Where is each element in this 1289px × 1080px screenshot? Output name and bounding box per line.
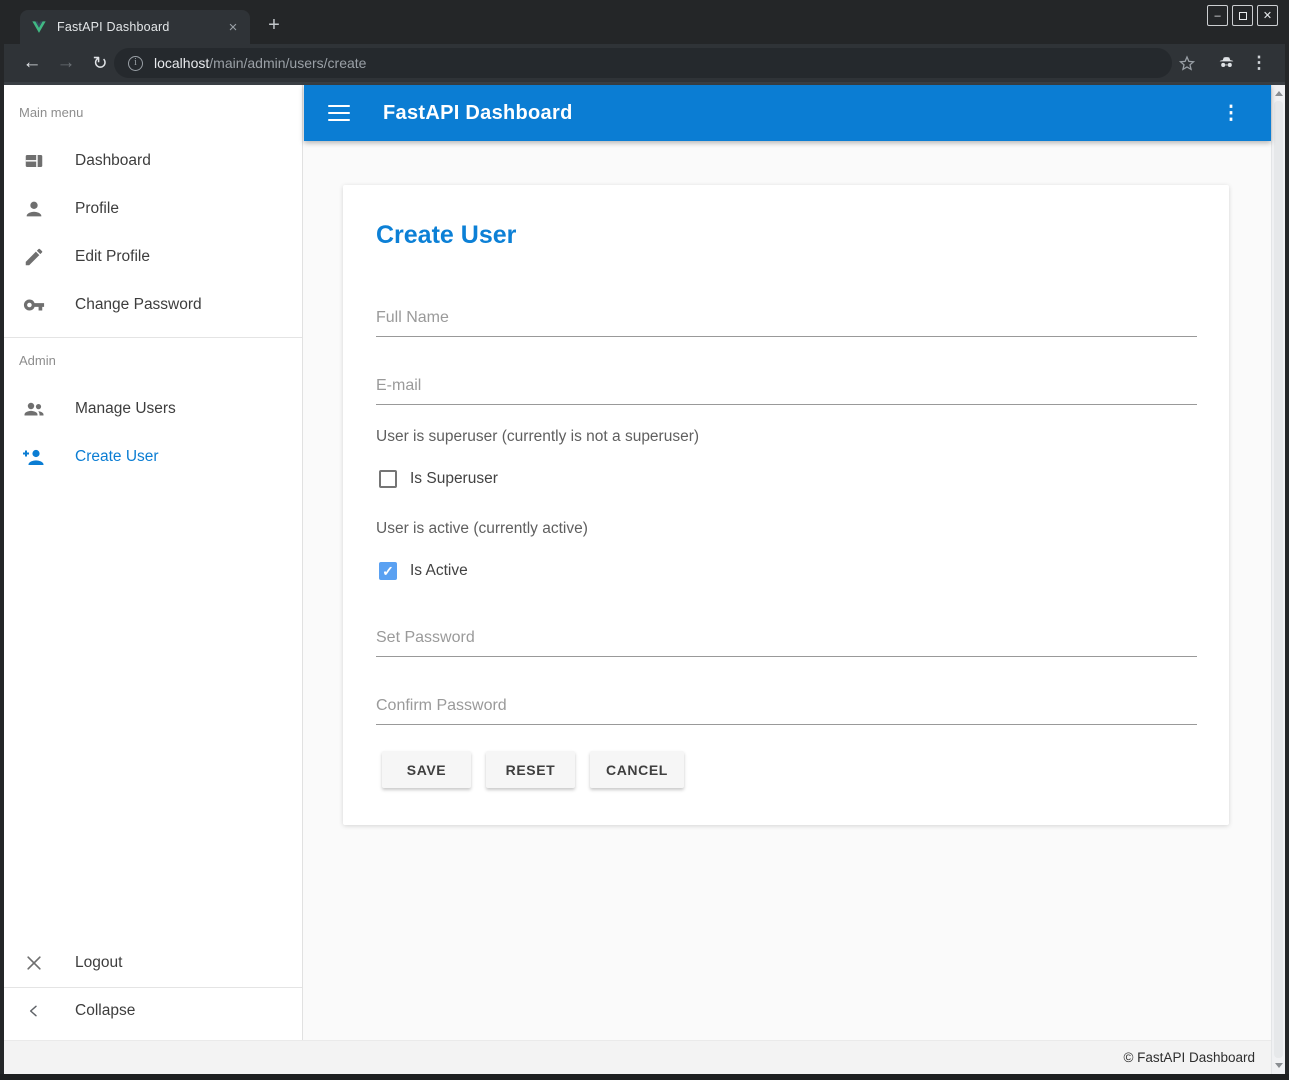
form-actions: SAVE RESET CANCEL: [382, 751, 684, 788]
page-viewport: Main menu Dashboard Profile Edit Profile: [4, 85, 1285, 1074]
sidebar-item-label: Collapse: [75, 1002, 135, 1020]
hamburger-menu-icon[interactable]: [328, 105, 350, 121]
window-frame-bottom: [0, 1074, 1289, 1080]
save-button[interactable]: SAVE: [382, 751, 471, 788]
cancel-button[interactable]: CANCEL: [590, 751, 684, 788]
close-x-icon: [22, 951, 46, 975]
email-input[interactable]: [376, 377, 1197, 405]
window-controls: – ✕: [1207, 5, 1278, 26]
sidebar-item-label: Create User: [75, 448, 159, 466]
new-tab-button[interactable]: +: [262, 13, 286, 37]
sidebar-section-admin: Admin: [19, 353, 56, 368]
close-window-button[interactable]: ✕: [1257, 5, 1278, 26]
tab-close-icon[interactable]: ×: [224, 19, 242, 36]
active-hint: User is active (currently active): [376, 520, 588, 538]
is-superuser-row[interactable]: Is Superuser: [379, 470, 498, 488]
sidebar-item-manage-users[interactable]: Manage Users: [4, 385, 302, 433]
scrollbar-thumb[interactable]: [1274, 101, 1283, 1058]
maximize-button[interactable]: [1232, 5, 1253, 26]
appbar-menu-icon[interactable]: ⋮: [1219, 102, 1243, 125]
browser-titlebar: FastAPI Dashboard × + – ✕: [0, 0, 1289, 44]
reload-icon[interactable]: ↻: [88, 51, 112, 75]
sidebar-item-label: Dashboard: [75, 152, 151, 170]
sidebar-item-label: Profile: [75, 200, 119, 218]
reset-button[interactable]: RESET: [486, 751, 575, 788]
bookmark-star-icon[interactable]: [1175, 51, 1199, 75]
person-icon: [22, 197, 46, 221]
maximize-icon: [1239, 12, 1247, 20]
sidebar-item-label: Logout: [75, 954, 122, 972]
email-field: [376, 377, 1197, 405]
tab-title: FastAPI Dashboard: [57, 20, 224, 34]
scrollbar-down-arrow[interactable]: [1275, 1063, 1283, 1068]
browser-menu-icon[interactable]: ⋮: [1247, 51, 1271, 75]
sidebar-item-collapse[interactable]: Collapse: [4, 987, 302, 1035]
is-active-row[interactable]: ✓ Is Active: [379, 562, 468, 580]
sidebar-item-dashboard[interactable]: Dashboard: [4, 137, 302, 185]
app-bar: FastAPI Dashboard ⋮: [304, 85, 1271, 141]
full-name-input[interactable]: [376, 309, 1197, 337]
checkbox-label[interactable]: Is Active: [410, 562, 468, 580]
forward-icon: →: [54, 51, 78, 75]
sidebar-divider: [4, 337, 302, 338]
sidebar-item-label: Edit Profile: [75, 248, 150, 266]
back-icon[interactable]: ←: [20, 51, 44, 75]
main-content: FastAPI Dashboard ⋮ Create User User is …: [304, 85, 1271, 1040]
people-icon: [22, 397, 46, 421]
sidebar-item-change-password[interactable]: Change Password: [4, 281, 302, 329]
scrollbar-up-arrow[interactable]: [1275, 91, 1283, 96]
minimize-button[interactable]: –: [1207, 5, 1228, 26]
confirm-password-input[interactable]: [376, 697, 1197, 725]
is-superuser-checkbox[interactable]: [379, 470, 397, 488]
site-info-icon[interactable]: i: [128, 56, 143, 71]
set-password-field: [376, 629, 1197, 657]
browser-tab[interactable]: FastAPI Dashboard ×: [20, 10, 250, 44]
copyright-text: © FastAPI Dashboard: [1123, 1050, 1255, 1065]
page-scrollbar[interactable]: [1271, 85, 1285, 1074]
person-add-icon: [22, 445, 46, 469]
sidebar-item-label: Change Password: [75, 296, 202, 314]
page-title: Create User: [376, 221, 516, 250]
sidebar-section-main-menu: Main menu: [19, 105, 83, 120]
sidebar: Main menu Dashboard Profile Edit Profile: [4, 85, 303, 1040]
vue-logo-icon: [31, 19, 47, 35]
is-active-checkbox[interactable]: ✓: [379, 562, 397, 580]
browser-window: FastAPI Dashboard × + – ✕ ← → ↻ i localh…: [0, 0, 1289, 1080]
full-name-field: [376, 309, 1197, 337]
url-path: /main/admin/users/create: [209, 55, 366, 71]
url-text: localhost/main/admin/users/create: [154, 55, 366, 71]
key-icon: [22, 293, 46, 317]
set-password-input[interactable]: [376, 629, 1197, 657]
incognito-icon: [1214, 51, 1238, 75]
create-user-card: Create User User is superuser (currently…: [343, 185, 1229, 825]
app-title: FastAPI Dashboard: [383, 102, 573, 125]
dashboard-icon: [22, 149, 46, 173]
confirm-password-field: [376, 697, 1197, 725]
page-footer: © FastAPI Dashboard: [4, 1040, 1271, 1074]
sidebar-item-profile[interactable]: Profile: [4, 185, 302, 233]
sidebar-item-edit-profile[interactable]: Edit Profile: [4, 233, 302, 281]
sidebar-item-create-user[interactable]: Create User: [4, 433, 302, 481]
checkbox-label[interactable]: Is Superuser: [410, 470, 498, 488]
sidebar-item-logout[interactable]: Logout: [4, 939, 302, 987]
sidebar-item-label: Manage Users: [75, 400, 176, 418]
browser-toolbar: ← → ↻ i localhost/main/admin/users/creat…: [4, 44, 1285, 82]
superuser-hint: User is superuser (currently is not a su…: [376, 428, 699, 446]
address-bar[interactable]: i localhost/main/admin/users/create: [114, 48, 1172, 78]
pencil-icon: [22, 245, 46, 269]
chevron-left-icon: [22, 999, 46, 1023]
url-host: localhost: [154, 55, 209, 71]
